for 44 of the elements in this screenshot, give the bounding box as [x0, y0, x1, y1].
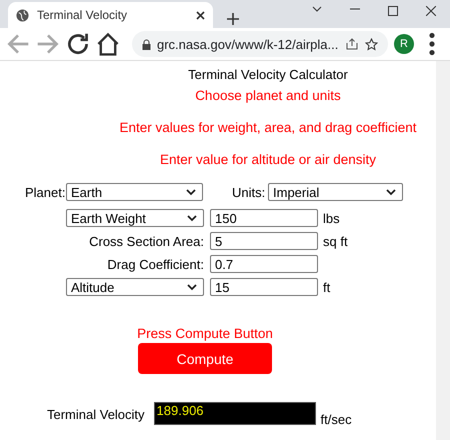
profile-avatar[interactable]: R	[394, 34, 414, 54]
new-tab-icon[interactable]	[227, 13, 239, 25]
planet-label: Planet:	[25, 184, 66, 200]
scrollbar-track[interactable]	[436, 61, 450, 440]
close-icon[interactable]	[196, 10, 205, 20]
units-label: Units:	[232, 184, 266, 200]
address-bar[interactable]: grc.nasa.gov/www/k-12/airpla...	[132, 31, 388, 57]
dropdown[interactable]: Earth	[66, 183, 203, 201]
share-icon[interactable]	[346, 38, 359, 50]
unit-label: sq ft	[323, 234, 348, 248]
unit-label: lbs	[323, 210, 340, 226]
input-field[interactable]: 15	[210, 278, 318, 296]
dropdown[interactable]: Earth Weight	[66, 209, 204, 227]
lock-icon	[142, 38, 151, 50]
chevron-icon	[187, 214, 197, 222]
chevron-icon	[186, 188, 196, 196]
result-label: Terminal Velocity	[47, 407, 145, 422]
home-icon[interactable]	[96, 32, 120, 56]
chevron-icon	[187, 284, 197, 290]
calculator-title: Terminal Velocity Calculator	[188, 67, 348, 82]
input-field[interactable]: 0.7	[210, 255, 318, 273]
dropdown[interactable]: Imperial	[268, 183, 403, 201]
close-icon[interactable]	[426, 6, 436, 16]
maximize-icon[interactable]	[388, 6, 398, 16]
globe-icon	[16, 8, 29, 22]
input-field[interactable]: 5	[210, 232, 318, 250]
unit-label: ft	[323, 280, 330, 294]
chevron-icon[interactable]	[312, 6, 322, 12]
dropdown[interactable]: Altitude	[66, 278, 204, 296]
minimize-icon[interactable]	[350, 6, 360, 12]
instruction-text: Enter values for weight, area, and drag coefficient	[120, 120, 416, 135]
field-label: Cross Section Area:	[88, 234, 204, 248]
compute-prompt: Press Compute Button	[137, 326, 273, 341]
result-output: 189.906	[154, 402, 316, 425]
instruction-text: Choose planet and units	[195, 88, 341, 103]
field-label: Drag Coefficient:	[106, 256, 204, 272]
star-icon[interactable]	[365, 38, 378, 50]
input-field[interactable]: 150	[210, 209, 318, 227]
chevron-icon	[386, 188, 396, 196]
reload-icon[interactable]	[66, 32, 90, 56]
instruction-text: Enter value for altitude or air density	[160, 152, 376, 167]
unit-label: ft/sec	[320, 412, 352, 427]
browser-tab[interactable]: Terminal Velocity	[8, 2, 213, 28]
compute-button[interactable]: Compute	[138, 343, 272, 374]
